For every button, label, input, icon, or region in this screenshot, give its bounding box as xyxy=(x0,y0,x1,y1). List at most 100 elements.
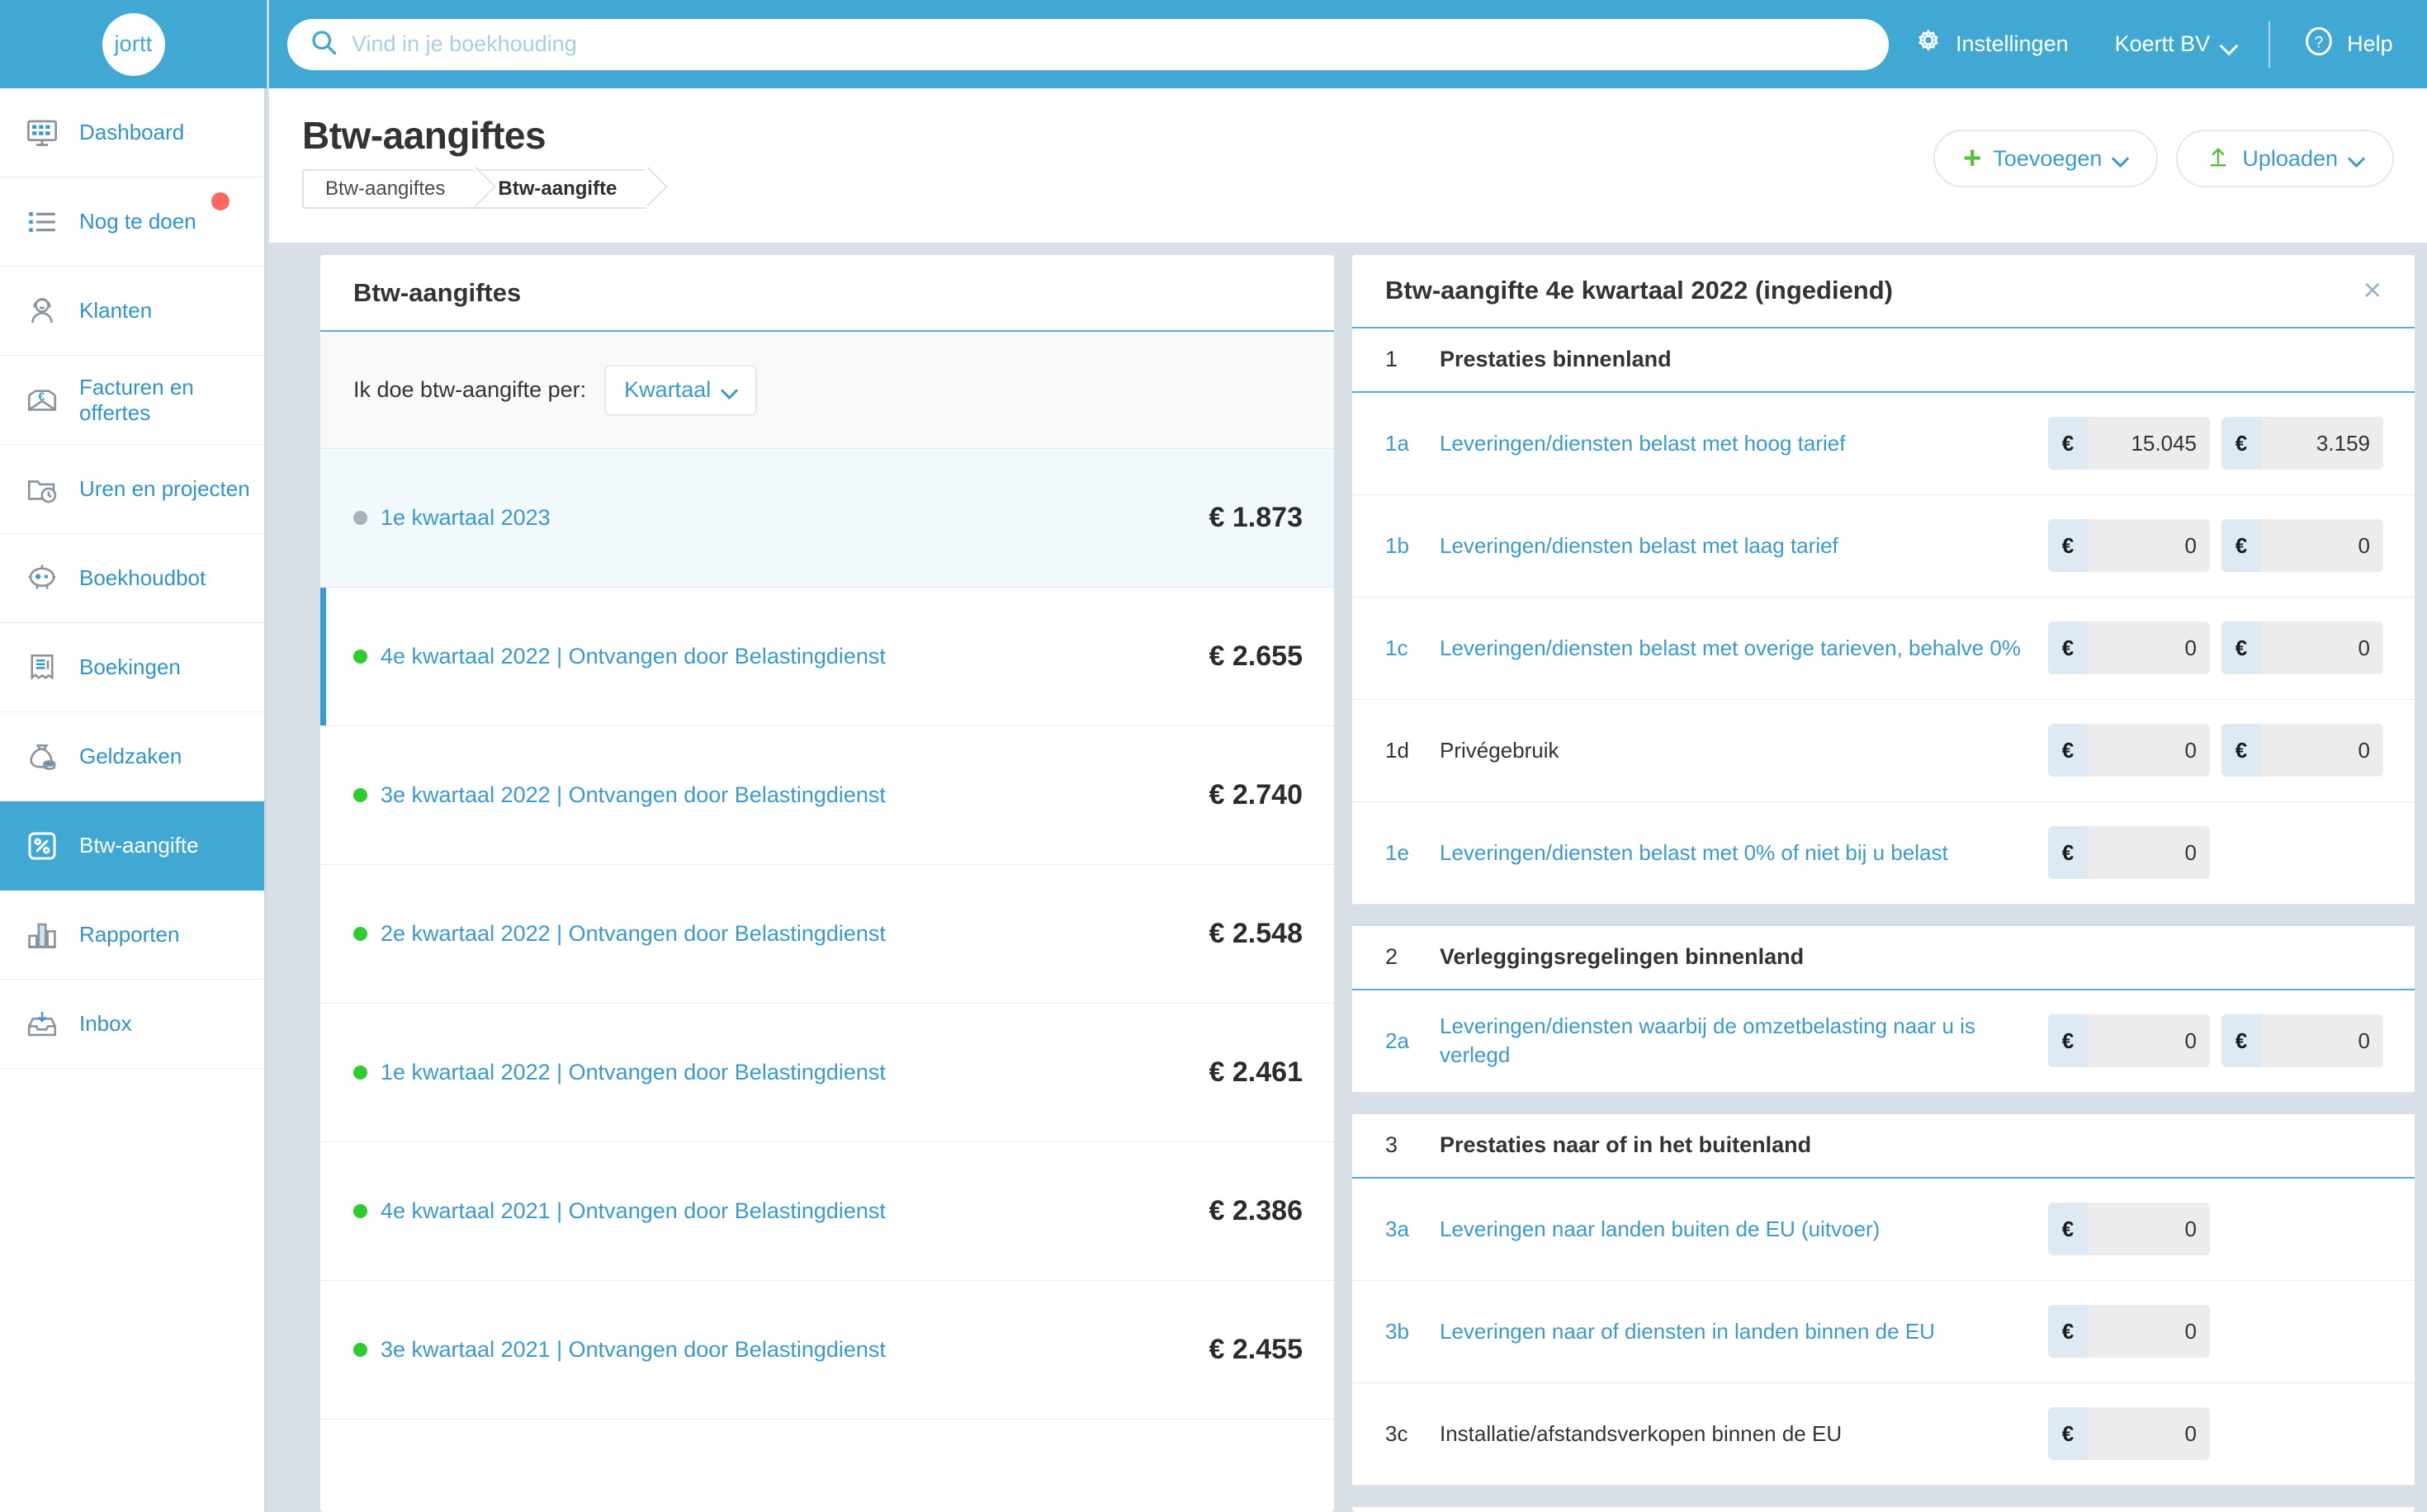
list-panel-title: Btw-aangiftes xyxy=(353,277,522,307)
euro-symbol: € xyxy=(2221,724,2261,777)
field-label[interactable]: Leveringen/diensten belast met laag tari… xyxy=(1440,532,2048,560)
settings-button[interactable]: Instellingen xyxy=(1889,25,2092,64)
field-inputs: € € xyxy=(2048,621,2383,675)
list-item-amount: € 2.740 xyxy=(1209,779,1303,810)
field-row: 1e Leveringen/diensten belast met 0% of … xyxy=(1352,802,2415,905)
vat-field[interactable]: € xyxy=(2221,417,2383,470)
amount-input[interactable] xyxy=(2088,1305,2210,1358)
gear-icon xyxy=(1912,25,1945,64)
amount-input[interactable] xyxy=(2088,724,2210,777)
vat-input[interactable] xyxy=(2261,724,2383,777)
breadcrumb-item-1[interactable]: Btw-aangifte xyxy=(475,169,647,209)
amount-input[interactable] xyxy=(2088,519,2210,573)
field-label[interactable]: Leveringen/diensten belast met overige t… xyxy=(1440,634,2048,663)
sidebar-item-boekingen[interactable]: Boekingen xyxy=(0,623,264,712)
amount-input[interactable] xyxy=(2088,826,2210,880)
amount-field[interactable]: € xyxy=(2048,417,2210,470)
section-number: 2 xyxy=(1385,944,1398,970)
upload-button[interactable]: Uploaden xyxy=(2176,130,2394,187)
brand-logo[interactable]: jortt xyxy=(0,0,267,88)
help-button[interactable]: ? Help xyxy=(2278,24,2416,64)
logo-text: jortt xyxy=(102,12,165,76)
list-item-label: 4e kwartaal 2022 | Ontvangen door Belast… xyxy=(381,644,886,669)
field-code[interactable]: 1a xyxy=(1385,431,1440,456)
vat-field[interactable]: € xyxy=(2221,724,2383,777)
sidebar-item-nog-te-doen[interactable]: Nog te doen xyxy=(0,177,264,267)
list-item-left: 1e kwartaal 2022 | Ontvangen door Belast… xyxy=(353,1060,886,1085)
field-code[interactable]: 1b xyxy=(1385,533,1440,559)
amount-input[interactable] xyxy=(2088,621,2210,675)
field-row: 3c Installatie/afstandsverkopen binnen d… xyxy=(1352,1383,2415,1486)
list-item[interactable]: 4e kwartaal 2022 | Ontvangen door Belast… xyxy=(320,588,1334,726)
amount-input[interactable] xyxy=(2088,1407,2210,1461)
list-item[interactable]: 1e kwartaal 2022 | Ontvangen door Belast… xyxy=(320,1004,1334,1142)
sidebar-item-rapporten[interactable]: Rapporten xyxy=(0,891,264,980)
field-label[interactable]: Leveringen/diensten waarbij de omzetbela… xyxy=(1440,1012,2048,1070)
amount-input[interactable] xyxy=(2088,417,2210,470)
list-item-label: 4e kwartaal 2021 | Ontvangen door Belast… xyxy=(381,1198,886,1223)
sidebar-item-label: Boekingen xyxy=(79,654,181,679)
section-divider xyxy=(1352,904,2415,926)
percent-icon xyxy=(23,827,61,865)
field-label[interactable]: Leveringen naar landen buiten de EU (uit… xyxy=(1440,1215,2048,1244)
sidebar-item-klanten[interactable]: Klanten xyxy=(0,267,264,356)
search-input[interactable]: Vind in je boekhouding xyxy=(352,31,577,57)
company-switcher[interactable]: Koertt BV xyxy=(2092,31,2261,57)
add-button[interactable]: + Toevoegen xyxy=(1933,130,2159,187)
period-select[interactable]: Kwartaal xyxy=(604,364,758,416)
amount-field[interactable]: € xyxy=(2048,1407,2210,1461)
vat-field[interactable]: € xyxy=(2221,519,2383,573)
list-item[interactable]: 3e kwartaal 2021 | Ontvangen door Belast… xyxy=(320,1281,1334,1420)
chevron-down-icon xyxy=(2221,40,2237,49)
page-header-left: Btw-aangiftes Btw-aangiftes Btw-aangifte xyxy=(302,113,647,209)
field-code[interactable]: 2a xyxy=(1385,1028,1440,1054)
sidebar-item-btw-aangifte[interactable]: Btw-aangifte xyxy=(0,801,264,891)
vat-field[interactable]: € xyxy=(2221,1014,2383,1068)
vat-field[interactable]: € xyxy=(2221,621,2383,675)
sidebar-item-label: Boekhoudbot xyxy=(79,565,206,590)
section-header-partial xyxy=(1352,1507,2415,1512)
sidebar-item-label: Dashboard xyxy=(79,120,185,144)
amount-field[interactable]: € xyxy=(2048,1203,2210,1256)
field-label[interactable]: Leveringen/diensten belast met hoog tari… xyxy=(1440,429,2048,458)
amount-field[interactable]: € xyxy=(2048,519,2210,573)
list-item-left: 2e kwartaal 2022 | Ontvangen door Belast… xyxy=(353,921,886,947)
field-code[interactable]: 3b xyxy=(1385,1319,1440,1344)
close-icon[interactable]: × xyxy=(2363,275,2382,306)
amount-input[interactable] xyxy=(2088,1203,2210,1256)
page-title: Btw-aangiftes xyxy=(302,114,546,157)
sidebar-item-dashboard[interactable]: Dashboard xyxy=(0,88,264,177)
sidebar-item-geldzaken[interactable]: Geldzaken xyxy=(0,712,264,801)
field-row: 2a Leveringen/diensten waarbij de omzetb… xyxy=(1352,990,2415,1093)
list-item-left: 3e kwartaal 2022 | Ontvangen door Belast… xyxy=(353,782,886,808)
field-label[interactable]: Leveringen naar of diensten in landen bi… xyxy=(1440,1317,2048,1346)
field-code[interactable]: 3a xyxy=(1385,1217,1440,1242)
status-dot-icon xyxy=(353,1065,367,1080)
field-label[interactable]: Leveringen/diensten belast met 0% of nie… xyxy=(1440,839,2048,867)
sidebar-item-facturen-en-offertes[interactable]: € Facturen en offertes xyxy=(0,356,264,445)
list-item[interactable]: 2e kwartaal 2022 | Ontvangen door Belast… xyxy=(320,865,1334,1004)
amount-field[interactable]: € xyxy=(2048,1014,2210,1068)
vat-input[interactable] xyxy=(2261,1014,2383,1068)
vat-input[interactable] xyxy=(2261,417,2383,470)
amount-field[interactable]: € xyxy=(2048,1305,2210,1358)
vat-input[interactable] xyxy=(2261,519,2383,573)
amount-field[interactable]: € xyxy=(2048,826,2210,880)
list-item-amount: € 2.386 xyxy=(1209,1195,1303,1226)
amount-input[interactable] xyxy=(2088,1014,2210,1068)
breadcrumb-item-0[interactable]: Btw-aangiftes xyxy=(302,169,475,209)
field-code[interactable]: 1c xyxy=(1385,636,1440,661)
list-item[interactable]: 1e kwartaal 2023 € 1.873 xyxy=(320,449,1334,588)
field-code[interactable]: 1e xyxy=(1385,840,1440,866)
sidebar-item-uren-en-projecten[interactable]: Uren en projecten xyxy=(0,445,264,534)
search-box[interactable]: Vind in je boekhouding xyxy=(287,18,1889,70)
list-item[interactable]: 4e kwartaal 2021 | Ontvangen door Belast… xyxy=(320,1142,1334,1281)
amount-field[interactable]: € xyxy=(2048,621,2210,675)
sidebar-item-inbox[interactable]: Inbox xyxy=(0,980,264,1069)
euro-symbol: € xyxy=(2048,1014,2088,1068)
vat-input[interactable] xyxy=(2261,621,2383,675)
field-inputs: € € xyxy=(2048,724,2383,777)
sidebar-item-boekhoudbot[interactable]: Boekhoudbot xyxy=(0,534,264,623)
amount-field[interactable]: € xyxy=(2048,724,2210,777)
list-item[interactable]: 3e kwartaal 2022 | Ontvangen door Belast… xyxy=(320,726,1334,865)
